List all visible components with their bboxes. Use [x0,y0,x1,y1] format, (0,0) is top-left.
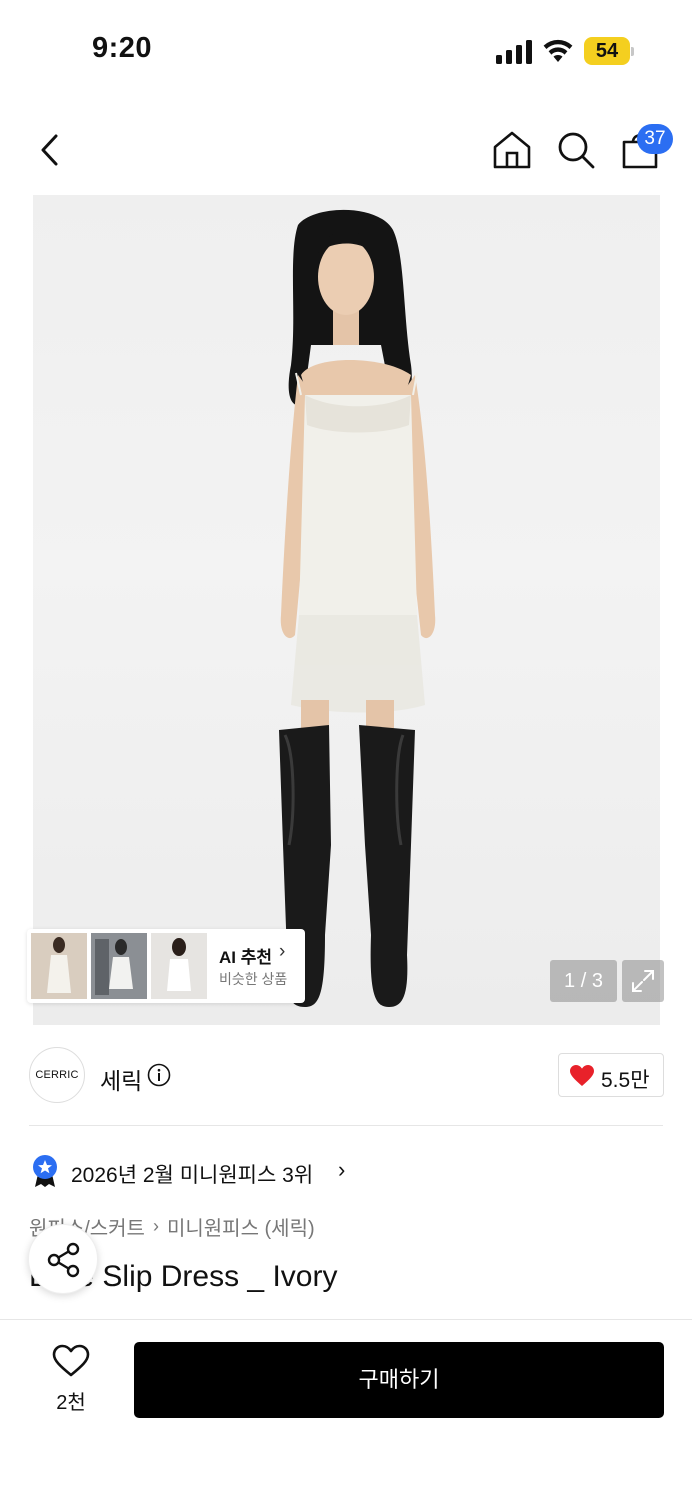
status-time: 9:20 [92,32,153,64]
top-nav-bar [0,110,692,190]
share-button[interactable] [28,1224,98,1294]
breadcrumb-separator: › [152,1216,159,1236]
recommend-thumbnail[interactable] [91,933,147,999]
wifi-icon [543,39,573,62]
image-page-indicator: 1 / 3 [550,960,617,1002]
cart-count-badge: 37 [637,124,673,154]
ranking-link[interactable]: 2026년 2월 미니원피스 3위 › [30,1154,670,1190]
brand-name[interactable]: 세릭 [100,1062,142,1096]
chevron-right-icon: › [279,941,286,962]
bottom-bar-divider [0,1319,692,1320]
ai-recommend-title: AI 추천 [219,948,273,967]
status-bar: 9:20 54 [0,0,692,100]
breadcrumb-subcategory[interactable]: 미니원피스 (세릭) [167,1218,315,1240]
brand-logo-text: CERRIC [35,1069,79,1081]
expand-image-button[interactable] [622,960,664,1002]
model-photo [279,209,436,1007]
back-arrow-icon[interactable] [30,128,70,172]
info-icon[interactable] [147,1063,171,1087]
battery-percent: 54 [595,40,619,62]
search-icon[interactable] [554,128,598,172]
wishlist-count: 2천 [56,1392,86,1414]
share-icon [47,1242,80,1278]
expand-arrows-icon [632,970,654,992]
divider [29,1125,663,1126]
brand-logo[interactable]: CERRIC [29,1047,85,1103]
thumbnail-image [47,937,71,993]
ai-recommend-strip[interactable]: AI 추천 › 비슷한 상품 [27,929,305,1003]
heart-outline-icon [52,1344,90,1377]
ai-recommend-subtitle: 비슷한 상품 [219,971,288,987]
ranking-text: 2026년 2월 미니원피스 3위 [71,1164,314,1187]
recommend-thumbnail[interactable] [31,933,87,999]
recommend-thumbnail[interactable] [151,933,207,999]
chevron-right-icon: › [338,1157,346,1182]
home-icon[interactable] [490,128,534,172]
thumbnail-image [167,938,191,991]
wishlist-button[interactable]: 2천 [40,1344,102,1414]
cellular-signal-icon [496,40,532,64]
buy-button[interactable]: 구매하기 [134,1342,664,1418]
brand-row: CERRIC 세릭 5.5만 [0,1040,692,1110]
battery-nub [631,47,634,56]
brand-like-button[interactable]: 5.5만 [558,1053,664,1097]
heart-filled-icon [570,1065,594,1086]
brand-like-count: 5.5만 [601,1069,650,1092]
product-image[interactable] [33,195,660,1025]
thumbnail-image [95,939,133,995]
ranking-badge-icon [33,1155,57,1187]
battery-icon: 54 [584,37,634,65]
